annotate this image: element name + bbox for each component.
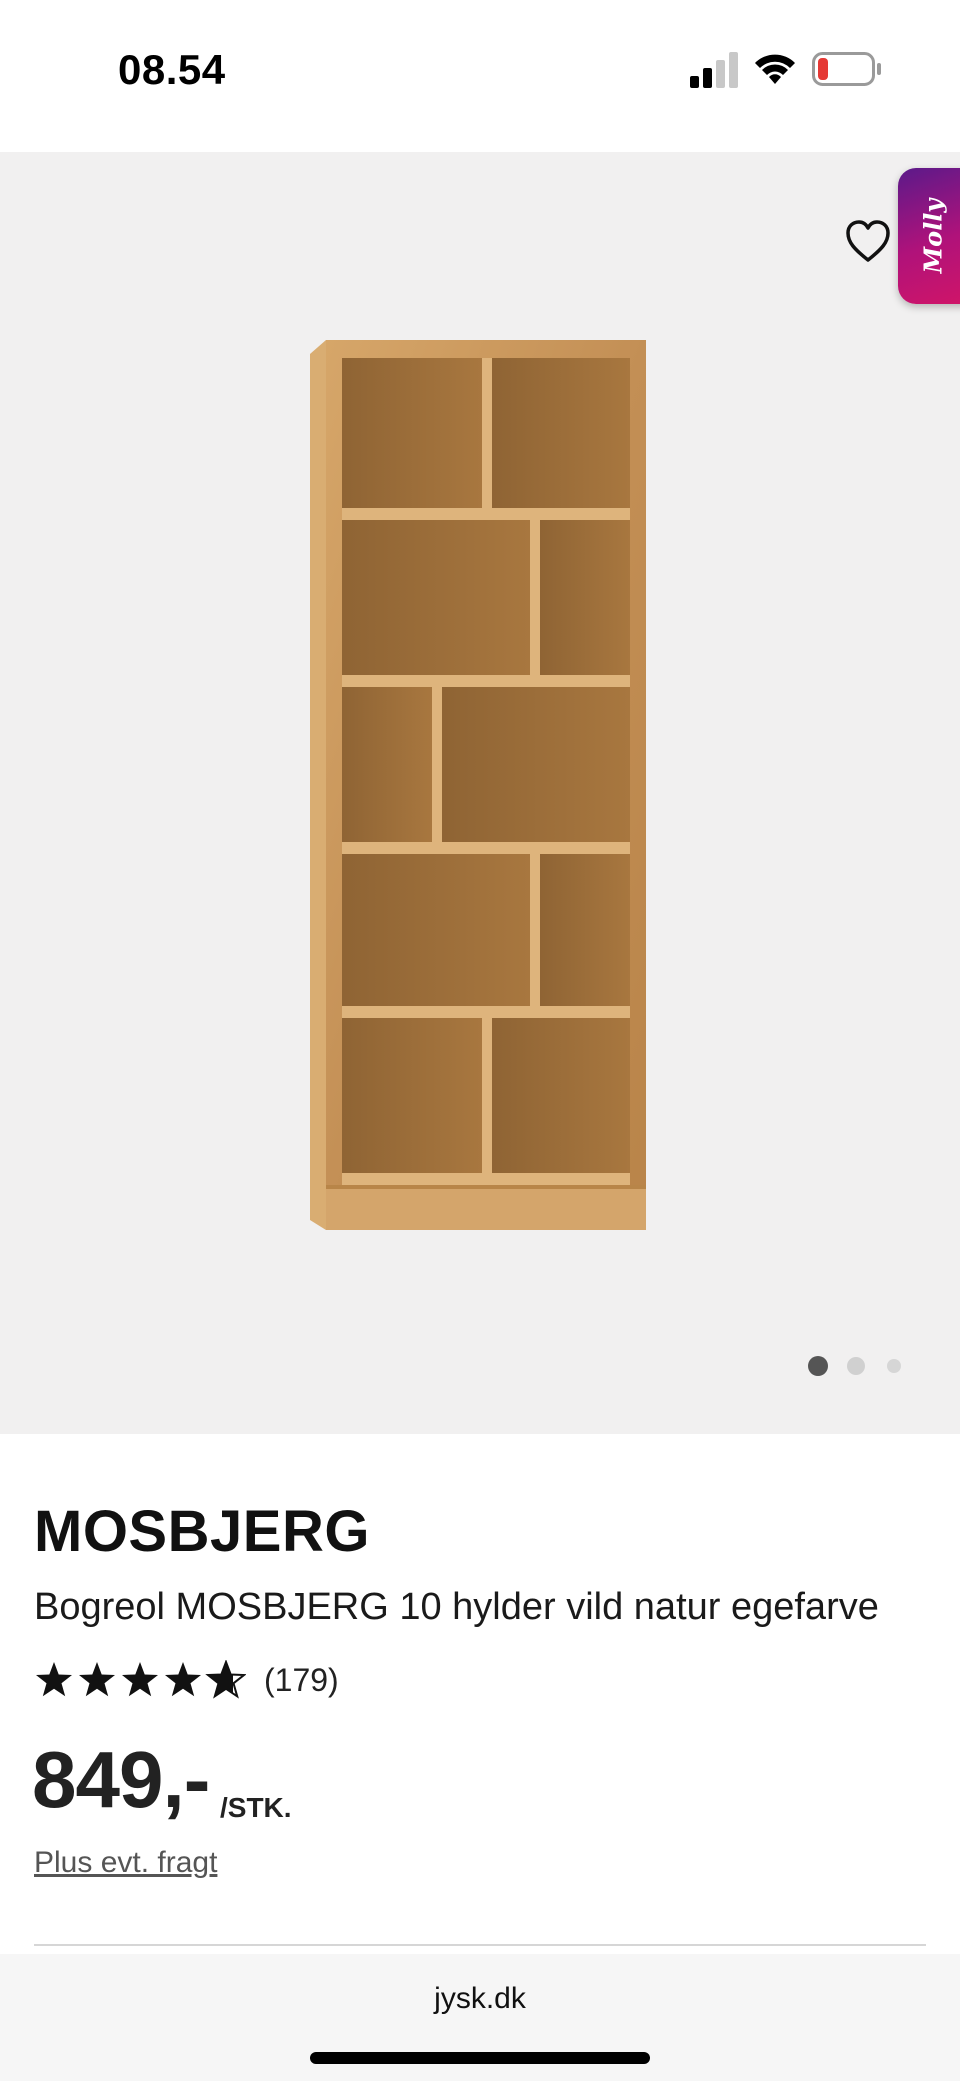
- home-indicator[interactable]: [310, 2052, 650, 2064]
- star-partial-icon: [207, 1661, 245, 1698]
- product-price: 849,-: [32, 1735, 210, 1824]
- star-full-icon: [79, 1662, 115, 1697]
- heart-outline-icon[interactable]: [844, 218, 892, 264]
- star-full-icon: [36, 1662, 72, 1697]
- product-title: Bogreol MOSBJERG 10 hylder vild natur eg…: [34, 1586, 879, 1628]
- star-rating: [36, 1661, 245, 1698]
- freight-info-link[interactable]: Plus evt. fragt: [34, 1846, 217, 1880]
- gallery-pagination: [0, 1352, 960, 1382]
- cellular-signal-icon: [690, 52, 738, 88]
- chat-assistant-label: Molly: [918, 198, 948, 274]
- status-bar: 08.54: [0, 0, 960, 152]
- pagination-dot[interactable]: [847, 1357, 865, 1375]
- pagination-dot[interactable]: [887, 1359, 901, 1373]
- product-gallery[interactable]: Molly: [0, 152, 960, 1434]
- battery-low-icon: [812, 52, 881, 86]
- star-full-icon: [122, 1662, 158, 1697]
- product-page: 08.54 Molly MOSBJERG Bogreol MOSBJERG 10…: [0, 0, 960, 2081]
- product-info: MOSBJERG Bogreol MOSBJERG 10 hylder vild…: [0, 1434, 960, 1954]
- star-full-icon: [165, 1662, 201, 1697]
- browser-url[interactable]: jysk.dk: [0, 1982, 960, 2016]
- wifi-icon: [755, 54, 795, 84]
- browser-address-bar[interactable]: jysk.dk: [0, 1954, 960, 2081]
- price-unit: /STK.: [220, 1792, 292, 1823]
- pagination-dot-active[interactable]: [808, 1356, 828, 1376]
- section-divider: [34, 1944, 926, 1946]
- chat-assistant-button[interactable]: Molly: [898, 168, 960, 304]
- product-brand: MOSBJERG: [34, 1499, 370, 1564]
- status-time: 08.54: [118, 46, 226, 93]
- bookshelf-product-image: [310, 340, 646, 1230]
- review-count-link[interactable]: (179): [264, 1662, 339, 1699]
